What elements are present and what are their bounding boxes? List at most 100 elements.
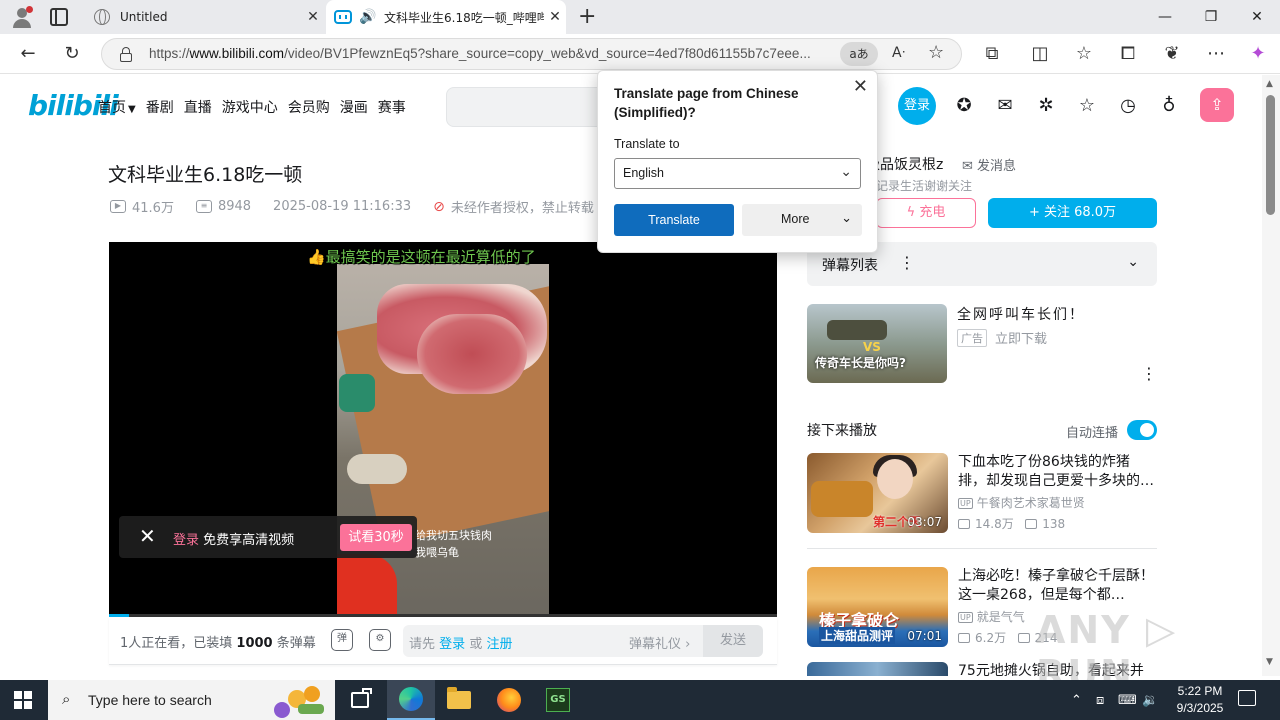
page-scrollbar[interactable]: ▲ ▼: [1262, 75, 1280, 676]
show-hidden-icons[interactable]: ⌃: [1071, 680, 1082, 720]
danmaku-input[interactable]: 请先 登录 或 注册 弹幕礼仪 › 发送: [403, 625, 763, 657]
scrollbar-thumb[interactable]: [1266, 95, 1275, 215]
danmaku-send-bar: 1人正在看，已装填 1000 条弹幕 弹 ⚙ 请先 登录 或 注册 弹幕礼仪 ›…: [109, 617, 777, 665]
ad-title[interactable]: 全网呼叫车长们！: [957, 304, 1085, 324]
video-player[interactable]: 👍最搞笑的是这顿在最近算低的了 给我切五块钱肉 我喂乌龟 ✕ 登录 免费享高清视…: [109, 242, 777, 617]
up-icon: UP: [958, 612, 973, 623]
ad-thumbnail[interactable]: VS 传奇车长是你吗?: [807, 304, 947, 383]
favorites-icon[interactable]: ☆: [1072, 42, 1096, 66]
video-owner[interactable]: UP 就是气气: [958, 608, 1025, 625]
viewer-count-text: 1人正在看，已装填 1000 条弹幕: [120, 636, 316, 651]
autoplay-toggle[interactable]: [1127, 420, 1157, 440]
nav-item-home[interactable]: 首页 ▼: [98, 97, 136, 117]
more-button[interactable]: More ⌄: [742, 204, 862, 236]
minimize-icon[interactable]: —: [1142, 0, 1188, 34]
video-title[interactable]: 上海必吃！榛子拿破仑千层酥！这一桌268，但是每个都…: [958, 567, 1157, 605]
danmaku-count-icon: ≡: [195, 200, 212, 213]
refresh-icon[interactable]: ↻: [60, 42, 84, 66]
profile-icon[interactable]: [10, 6, 34, 28]
login-button[interactable]: 登录: [898, 87, 936, 125]
divider: [807, 548, 1157, 549]
split-screen-icon[interactable]: ◫: [1028, 42, 1052, 66]
nav-item-esports[interactable]: 赛事: [378, 97, 406, 117]
network-icon[interactable]: ⌨: [1118, 680, 1137, 720]
video-thumbnail[interactable]: 榛子拿破仑 上海甜品测评 07:01: [807, 567, 948, 647]
taskbar-firefox[interactable]: [485, 680, 533, 720]
view-count: 41.6万: [132, 201, 174, 216]
speaker-icon[interactable]: 🔊: [358, 9, 378, 25]
chevron-down-icon: ▼: [128, 104, 136, 115]
send-message-link[interactable]: ✉ 发消息: [962, 155, 1016, 174]
vip-icon[interactable]: ✪: [953, 95, 975, 117]
dynamic-icon[interactable]: ✲: [1035, 95, 1057, 117]
taskbar-search-input[interactable]: ⌕ Type here to search: [48, 680, 335, 720]
windows-start-icon[interactable]: [14, 691, 32, 709]
nav-item-shop[interactable]: 会员购: [288, 97, 330, 117]
collections-icon[interactable]: ⧠: [1116, 42, 1140, 66]
read-aloud-icon[interactable]: Aᐧ: [892, 45, 905, 61]
video-thumbnail[interactable]: 第二个天 03:07: [807, 453, 948, 533]
close-window-icon[interactable]: ✕: [1234, 0, 1280, 34]
video-owner[interactable]: UP 午餐肉艺术家葛世贤: [958, 494, 1085, 511]
site-search-input[interactable]: [446, 87, 606, 127]
list-item[interactable]: 第二个天 03:07 下血本吃了份86块钱的炸猪排，却发现自己更爱十多块的… U…: [807, 453, 1157, 533]
danmaku-settings-icon[interactable]: ⚙: [369, 629, 391, 651]
try-30s-button[interactable]: 试看30秒: [340, 524, 412, 551]
nav-item-anime[interactable]: 番剧: [146, 97, 174, 117]
upload-icon[interactable]: ⇪: [1200, 88, 1234, 122]
danmaku-etiquette-link[interactable]: 弹幕礼仪 ›: [629, 633, 690, 652]
gs-app-icon: GS: [546, 688, 570, 712]
close-icon[interactable]: ✕: [853, 76, 868, 97]
chevron-down-icon[interactable]: ⌄: [1127, 254, 1139, 270]
more-vertical-icon[interactable]: ⋮: [1141, 364, 1157, 383]
close-tab-icon[interactable]: ✕: [544, 9, 566, 25]
copilot-icon[interactable]: ✦: [1246, 42, 1270, 66]
banner-login-link[interactable]: 登录: [173, 533, 199, 548]
danmaku-toggle-icon[interactable]: 弹: [331, 629, 353, 651]
new-tab-icon[interactable]: +: [578, 4, 596, 29]
input-login-link[interactable]: 登录: [439, 637, 465, 652]
notification-icon[interactable]: [1238, 690, 1256, 706]
extensions-icon[interactable]: ⧉: [980, 42, 1004, 66]
target-language-select[interactable]: English ⌄: [614, 158, 861, 189]
ad-download-link[interactable]: 立即下载: [995, 328, 1047, 347]
taskbar-gs-app[interactable]: GS: [534, 680, 582, 720]
performance-icon[interactable]: ❦: [1160, 42, 1184, 66]
taskbar-edge[interactable]: [387, 680, 435, 720]
message-icon[interactable]: ✉: [994, 95, 1016, 117]
tab-bilibili[interactable]: 🔊 文科毕业生6.18吃一顿_哔哩哔 ✕: [326, 0, 566, 34]
send-danmaku-button[interactable]: 发送: [703, 625, 763, 657]
restore-icon[interactable]: ❐: [1188, 0, 1234, 34]
history-icon[interactable]: ◷: [1117, 95, 1139, 117]
more-vertical-icon[interactable]: ⋮: [899, 253, 915, 272]
taskbar-file-explorer[interactable]: [435, 680, 483, 720]
favorites-star-icon[interactable]: ☆: [1076, 95, 1098, 117]
url-text[interactable]: https://www.bilibili.com/video/BV1Pfewzn…: [149, 46, 839, 61]
charge-button[interactable]: ϟ 充电: [876, 198, 976, 228]
input-register-link[interactable]: 注册: [486, 637, 512, 652]
network-adapter-icon[interactable]: ⧈: [1096, 680, 1104, 720]
video-title[interactable]: 下血本吃了份86块钱的炸猪排，却发现自己更爱十多块的…: [958, 453, 1157, 491]
nav-item-live[interactable]: 直播: [184, 97, 212, 117]
back-icon[interactable]: ←: [16, 42, 40, 66]
close-banner-icon[interactable]: ✕: [139, 524, 156, 548]
task-view-button[interactable]: [336, 680, 384, 720]
lock-icon[interactable]: [120, 47, 132, 62]
translate-button[interactable]: Translate: [614, 204, 734, 236]
folder-icon: [447, 687, 471, 709]
immersive-reader-icon[interactable]: aあ: [840, 42, 878, 66]
no-repost-icon: ⊘: [433, 198, 445, 215]
tab-actions-icon[interactable]: [50, 8, 68, 26]
system-clock[interactable]: 5:22 PM 9/3/2025: [1170, 683, 1230, 717]
nav-item-manga[interactable]: 漫画: [340, 97, 368, 117]
video-thumbnail[interactable]: [807, 662, 948, 676]
close-tab-icon[interactable]: ✕: [302, 9, 324, 25]
volume-icon[interactable]: 🔉: [1142, 680, 1158, 720]
favorite-star-icon[interactable]: ☆: [928, 42, 944, 63]
tab-untitled[interactable]: Untitled ✕: [84, 0, 324, 34]
address-bar[interactable]: https://www.bilibili.com/video/BV1Pfewzn…: [101, 38, 962, 70]
follow-button[interactable]: + 关注 68.0万: [988, 198, 1157, 228]
creative-center-icon[interactable]: ♁: [1158, 95, 1180, 117]
nav-item-games[interactable]: 游戏中心: [222, 97, 278, 117]
more-menu-icon[interactable]: ⋯: [1204, 42, 1228, 66]
